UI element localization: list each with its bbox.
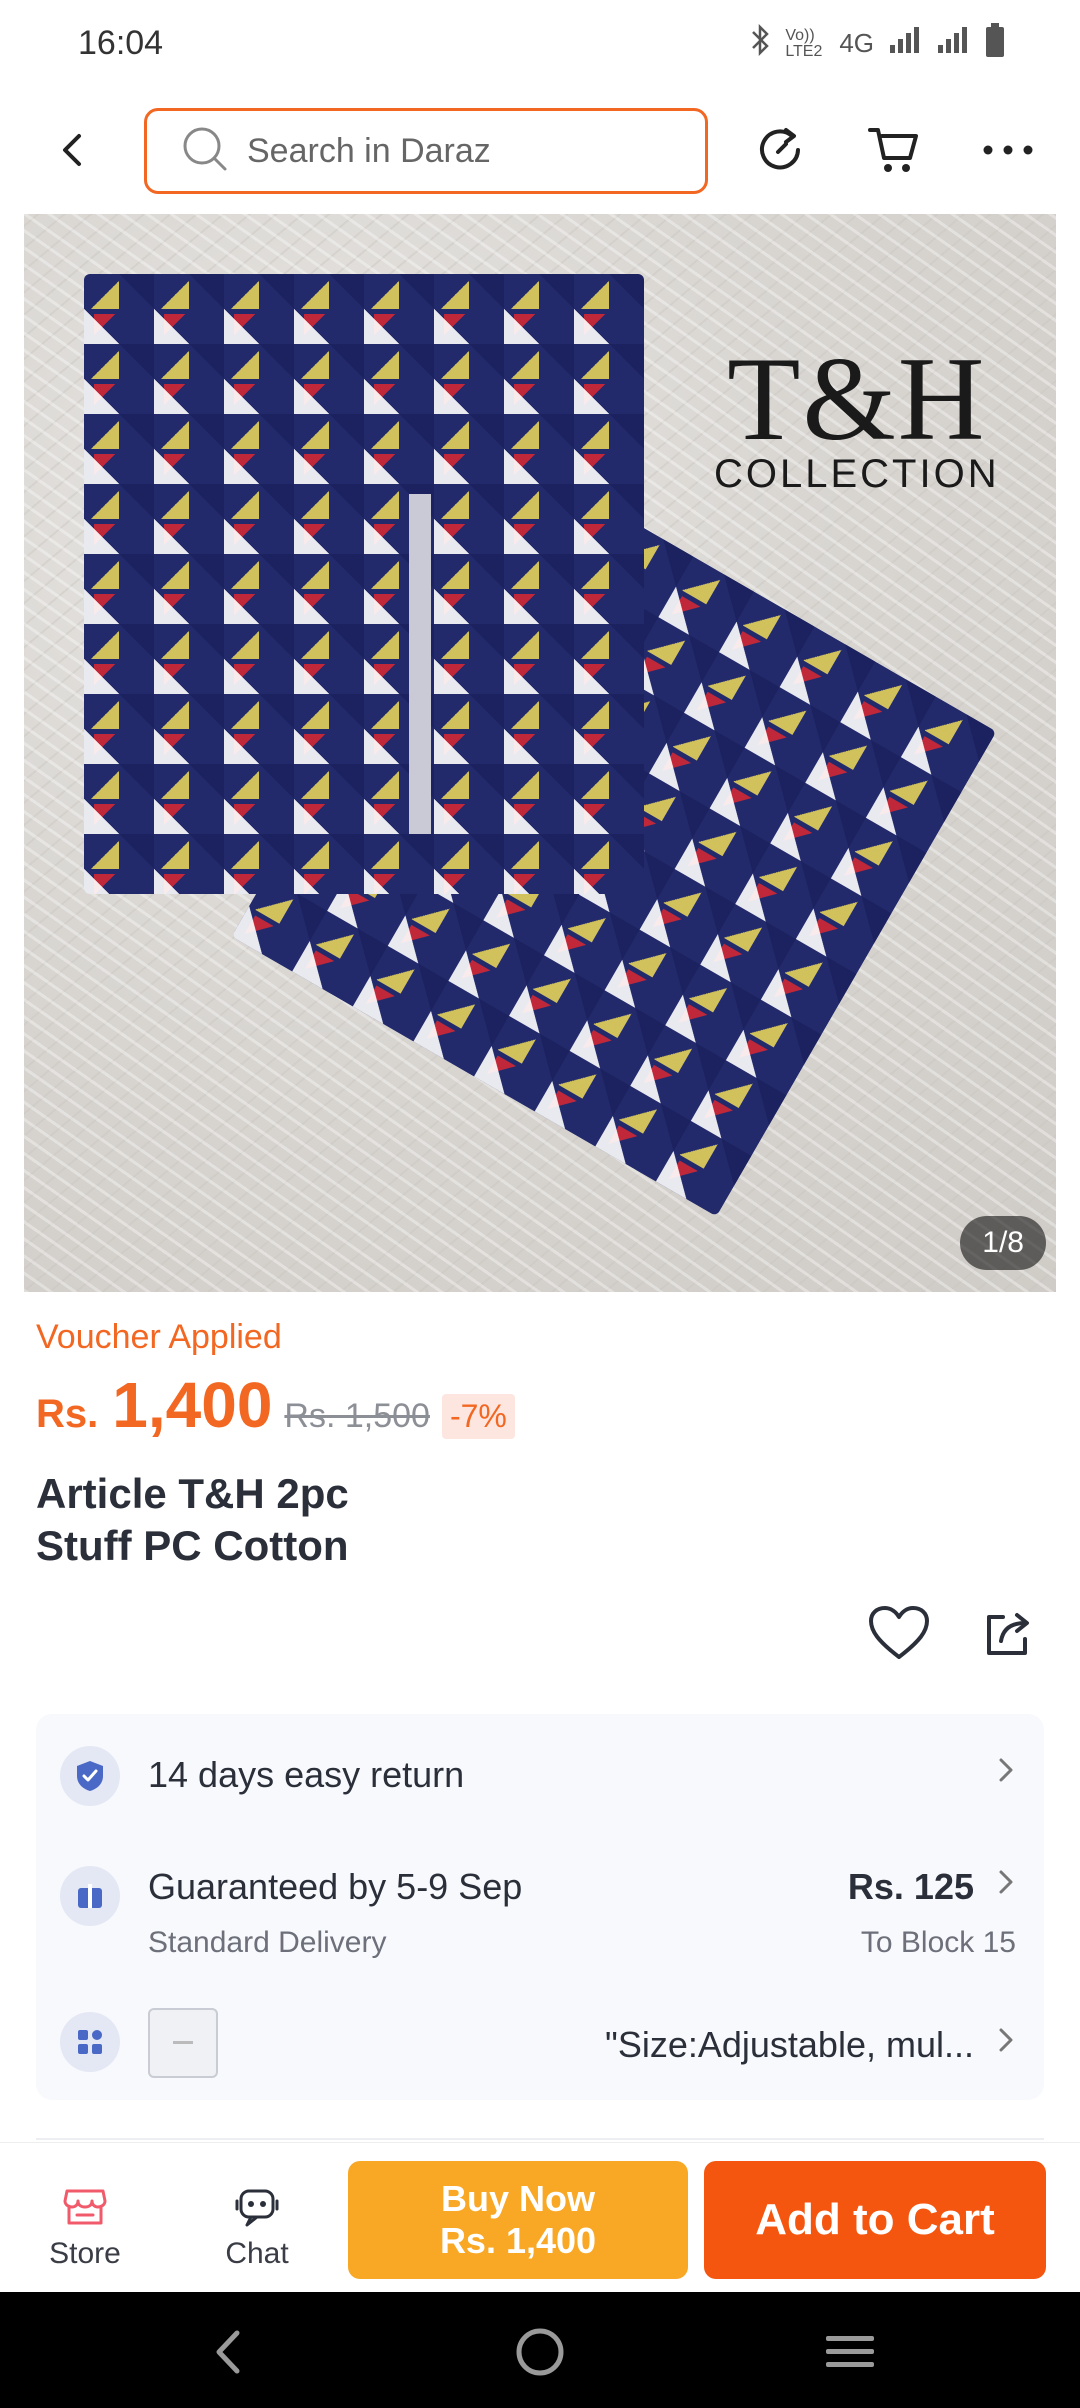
chat-label: Chat [225,2237,289,2270]
price-row: Rs. 1,400 Rs. 1,500 -7% [36,1368,515,1442]
product-title: Article T&H 2pc Stuff PC Cotton [36,1468,736,1572]
home-circle-icon [516,2328,564,2376]
grid-icon [60,2012,120,2072]
product-fabric-shirt [84,274,644,894]
product-title-line2: Stuff PC Cotton [36,1522,349,1569]
discount-badge: -7% [441,1394,515,1439]
original-price: Rs. 1,500 [284,1397,430,1435]
search-bar[interactable] [144,108,708,194]
more-icon [983,145,1033,155]
search-icon [181,125,229,178]
product-title-line1: Article T&H 2pc [36,1470,349,1517]
delivery-fee: Rs. 125 [847,1866,974,1907]
system-recents-button[interactable] [820,2322,880,2382]
service-info-card: 14 days easy return Guaranteed by 5-9 Se… [36,1714,1044,2100]
heart-icon [869,1606,929,1659]
variant-summary: "Size:Adjustable, mul... [605,2024,974,2065]
chevron-right-icon [998,1754,1014,1793]
price-currency: Rs. [36,1392,99,1436]
refresh-icon [760,128,800,170]
volte-icon: Vo)) LTE2 [785,26,823,60]
bluetooth-icon [749,23,771,63]
back-button[interactable] [40,118,104,182]
brand-logo-name: T&H [727,332,987,465]
return-policy-row[interactable]: 14 days easy return [36,1714,1044,1834]
status-bar: 16:04 Vo)) LTE2 4G [0,0,1080,90]
chat-button[interactable]: Chat [182,2143,332,2293]
chevron-right-icon [998,2024,1014,2063]
wishlist-button[interactable] [864,1598,934,1668]
divider [36,2138,1044,2140]
more-options-button[interactable] [976,118,1040,182]
menu-icon [826,2336,874,2367]
store-label: Store [49,2237,121,2270]
voucher-label: Voucher Applied [36,1318,282,1356]
chevron-left-icon [63,134,81,166]
bottom-action-bar: Store Chat Buy Now Rs. 1,400 Add to Cart [0,2142,1080,2292]
battery-icon [984,22,1006,65]
shirt-placket [409,494,431,834]
store-button[interactable]: Store [10,2143,160,2293]
variant-row[interactable]: "Size:Adjustable, mul... [36,1982,1044,2100]
chat-bot-icon [233,2185,281,2234]
share-button[interactable] [974,1598,1044,1668]
chevron-right-icon [998,1866,1014,1905]
cart-button[interactable] [862,118,926,182]
status-icons: Vo)) LTE2 4G [749,22,1006,65]
image-counter: 1/8 [960,1216,1046,1270]
price-value: 1,400 [112,1369,273,1441]
delivery-type-text: Standard Delivery [148,1926,387,1959]
buy-now-label: Buy Now [440,2178,595,2219]
status-time: 16:04 [78,24,164,62]
return-policy-text: 14 days easy return [148,1754,465,1795]
network-type-label: 4G [839,28,874,58]
back-arrow-icon [216,2330,240,2374]
search-input[interactable] [247,131,677,171]
system-navigation-bar [0,2292,1080,2408]
add-to-cart-button[interactable]: Add to Cart [704,2161,1046,2279]
delivery-guarantee-text: Guaranteed by 5-9 Sep [148,1866,523,1907]
signal-icon [888,25,922,62]
product-image-gallery[interactable]: T&H COLLECTION 1/8 [24,214,1056,1292]
shield-check-icon [60,1746,120,1806]
history-button[interactable] [748,118,812,182]
share-icon [987,1613,1029,1655]
system-home-button[interactable] [510,2322,570,2382]
cart-icon [868,128,918,172]
variant-thumbnail[interactable] [148,2008,218,2078]
top-nav [0,90,1080,210]
delivery-box-icon [60,1866,120,1926]
brand-logo-sub: COLLECTION [714,452,1000,496]
buy-now-price: Rs. 1,400 [439,2220,597,2261]
signal-icon [936,25,970,62]
delivery-row[interactable]: Guaranteed by 5-9 Sep Standard Delivery … [36,1834,1044,1974]
buy-now-button[interactable]: Buy Now Rs. 1,400 [348,2161,688,2279]
store-icon [63,2185,107,2232]
system-back-button[interactable] [198,2322,258,2382]
delivery-location: To Block 15 [860,1926,1016,1959]
brand-logo: T&H COLLECTION [714,332,1000,496]
